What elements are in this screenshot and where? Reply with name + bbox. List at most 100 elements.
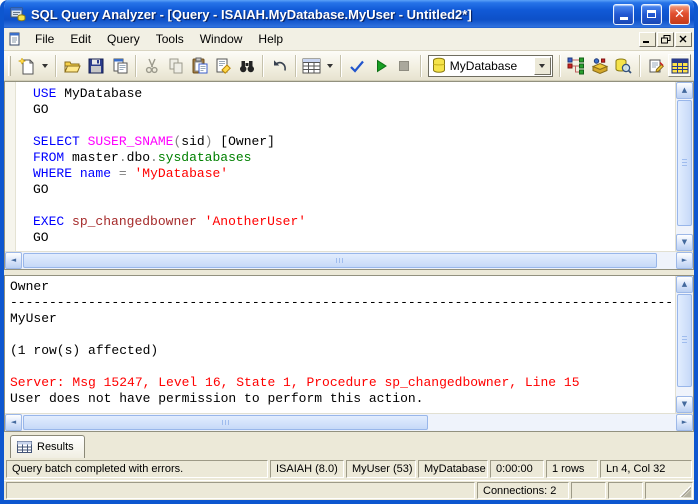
scroll-track[interactable]: [676, 293, 693, 396]
editor-horizontal-scrollbar: ◄ ►: [5, 251, 693, 269]
parse-query-button[interactable]: [346, 54, 369, 77]
scroll-thumb[interactable]: [23, 253, 658, 268]
database-combo-value: MyDatabase: [449, 58, 518, 73]
mdi-restore-icon: [660, 34, 670, 43]
resize-grip[interactable]: [679, 485, 691, 498]
execute-play-icon: [376, 59, 387, 72]
results-line: Owner: [10, 279, 50, 294]
new-query-dropdown[interactable]: [40, 54, 51, 77]
save-floppy-icon: [88, 58, 104, 73]
cancel-query-button[interactable]: [393, 54, 416, 77]
show-results-pane-button[interactable]: [668, 54, 692, 77]
editor-code-line: [17, 198, 675, 214]
execute-mode-button[interactable]: [301, 54, 324, 77]
insert-template-button[interactable]: [108, 54, 131, 77]
scroll-right-button[interactable]: ►: [676, 252, 693, 269]
execution-plan-icon: [567, 57, 584, 74]
copy-button[interactable]: [165, 54, 188, 77]
editor-code-line: USE MyDatabase: [33, 86, 143, 101]
insert-template-icon: [113, 58, 128, 73]
close-button[interactable]: ✕: [669, 3, 690, 25]
scroll-right-button[interactable]: ►: [676, 414, 693, 431]
scroll-track[interactable]: [676, 99, 693, 234]
mdi-document-icon: [9, 32, 20, 45]
statusbar-field: MyUser (53): [346, 460, 416, 478]
scroll-track[interactable]: [22, 252, 676, 269]
execute-mode-dropdown[interactable]: [324, 54, 335, 77]
scroll-left-button[interactable]: ◄: [5, 252, 22, 269]
results-line: [10, 359, 675, 375]
cut-button[interactable]: [141, 54, 164, 77]
minimize-button[interactable]: [613, 3, 634, 25]
scroll-up-button[interactable]: ▲: [676, 82, 693, 99]
paste-button[interactable]: [188, 54, 211, 77]
scroll-down-button[interactable]: ▼: [676, 396, 693, 413]
selection-margin: [5, 82, 16, 251]
mdi-minimize-icon: [643, 40, 649, 43]
menu-help[interactable]: Help: [250, 29, 291, 49]
database-combo-dropdown[interactable]: [533, 56, 551, 75]
menu-query[interactable]: Query: [99, 29, 148, 49]
sql-query-analyzer-window: SQL Query Analyzer - [Query - ISAIAH.MyD…: [0, 0, 698, 504]
mdi-restore-button[interactable]: [657, 31, 674, 47]
scroll-thumb[interactable]: [23, 415, 429, 430]
maximize-button[interactable]: [641, 3, 662, 25]
results-horizontal-scrollbar: ◄ ►: [5, 413, 693, 431]
show-execution-plan-button[interactable]: [565, 54, 588, 77]
statusbar-pane: [645, 482, 693, 499]
editor-code-line: WHERE name = 'MyDatabase': [33, 166, 229, 181]
toolbar-separator: [294, 54, 297, 77]
chevron-down-icon: [327, 63, 334, 68]
query-editor[interactable]: USE MyDatabase GO SELECT SUSER_SNAME(sid)…: [5, 82, 675, 251]
object-search-button[interactable]: [612, 54, 635, 77]
save-button[interactable]: [85, 54, 108, 77]
statusbar-pane: [6, 482, 475, 499]
execute-mode-grid-icon: [302, 58, 321, 73]
mdi-close-button[interactable]: [675, 31, 692, 47]
menu-tools[interactable]: Tools: [148, 29, 192, 49]
editor-code-line: FROM master.dbo.sysdatabases: [33, 150, 252, 165]
results-line: User does not have permission to perform…: [10, 391, 424, 406]
find-button[interactable]: [236, 54, 259, 77]
connection-properties-button[interactable]: [645, 54, 668, 77]
menu-window[interactable]: Window: [192, 29, 251, 49]
undo-button[interactable]: [268, 54, 291, 77]
undo-arrow-icon: [273, 59, 286, 71]
mdi-minimize-button[interactable]: [639, 31, 656, 47]
new-query-button[interactable]: [16, 54, 39, 77]
statusbar-pane: [608, 482, 643, 499]
database-icon: [432, 57, 445, 73]
parse-check-icon: [350, 60, 364, 73]
tab-results[interactable]: Results: [10, 435, 85, 458]
minimize-icon: [619, 17, 628, 20]
maximize-icon: [647, 10, 656, 18]
execute-query-button[interactable]: [369, 54, 392, 77]
open-folder-icon: [64, 61, 81, 72]
toolbar-grip[interactable]: [8, 55, 11, 76]
scroll-down-button[interactable]: ▼: [676, 234, 693, 251]
clear-window-button[interactable]: [212, 54, 235, 77]
window-title: SQL Query Analyzer - [Query - ISAIAH.MyD…: [31, 6, 472, 22]
chevron-down-icon: [42, 63, 49, 68]
scroll-thumb[interactable]: [677, 100, 692, 226]
scroll-thumb[interactable]: [677, 294, 692, 387]
menu-edit[interactable]: Edit: [62, 29, 99, 49]
scroll-up-button[interactable]: ▲: [676, 276, 693, 293]
menu-file[interactable]: File: [27, 29, 62, 49]
object-browser-button[interactable]: [588, 54, 611, 77]
open-button[interactable]: [61, 54, 84, 77]
results-text[interactable]: Owner -----------------------------------…: [5, 276, 675, 413]
stop-square-icon: [399, 60, 410, 71]
scroll-left-button[interactable]: ◄: [5, 414, 22, 431]
scroll-track[interactable]: [22, 414, 676, 431]
menubar: File Edit Query Tools Window Help: [4, 28, 694, 51]
database-combo[interactable]: MyDatabase: [427, 54, 553, 77]
results-vertical-scrollbar: ▲ ▼: [675, 276, 693, 413]
toolbar-separator: [558, 54, 561, 77]
results-line: ----------------------------------------…: [10, 295, 675, 310]
find-binoculars-icon: [239, 60, 254, 72]
query-statusbar: Query batch completed with errors. ISAIAH…: [4, 459, 694, 480]
results-tabrow: Results: [4, 432, 694, 459]
tab-label: Results: [37, 441, 74, 453]
connections-pane: Connections: 2: [477, 482, 569, 499]
